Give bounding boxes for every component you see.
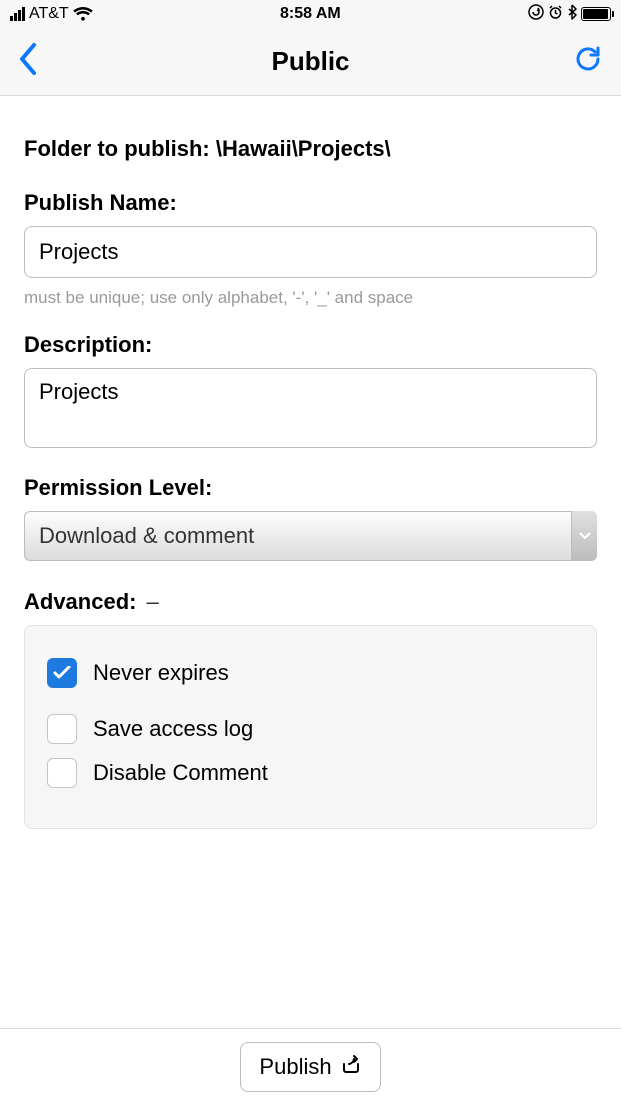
save-access-log-label: Save access log — [93, 716, 253, 742]
save-access-log-checkbox[interactable] — [47, 714, 77, 744]
advanced-toggle-icon: – — [146, 589, 158, 615]
battery-icon — [581, 7, 611, 21]
status-right — [528, 4, 611, 24]
signal-icon — [10, 7, 25, 21]
never-expires-row[interactable]: Never expires — [47, 658, 574, 688]
alarm-icon — [548, 5, 563, 24]
description-label: Description: — [24, 332, 597, 358]
refresh-button[interactable] — [555, 44, 603, 79]
never-expires-label: Never expires — [93, 660, 229, 686]
permission-level-label: Permission Level: — [24, 475, 597, 501]
disable-comment-checkbox[interactable] — [47, 758, 77, 788]
rotation-lock-icon — [528, 4, 544, 24]
bluetooth-icon — [567, 4, 577, 24]
disable-comment-label: Disable Comment — [93, 760, 268, 786]
page-title: Public — [66, 46, 555, 77]
share-icon — [340, 1053, 362, 1081]
disable-comment-row[interactable]: Disable Comment — [47, 758, 574, 788]
publish-name-input[interactable] — [24, 226, 597, 278]
nav-bar: Public — [0, 28, 621, 96]
advanced-panel: Never expires Save access log Disable Co… — [24, 625, 597, 829]
permission-level-select[interactable]: Download & comment — [24, 511, 597, 561]
carrier-label: AT&T — [29, 5, 69, 23]
folder-to-publish: Folder to publish: \Hawaii\Projects\ — [24, 136, 597, 162]
back-button[interactable] — [18, 42, 66, 81]
publish-button-label: Publish — [259, 1054, 331, 1080]
never-expires-checkbox[interactable] — [47, 658, 77, 688]
permission-level-value: Download & comment — [24, 511, 597, 561]
publish-name-label: Publish Name: — [24, 190, 597, 216]
advanced-label-text: Advanced: — [24, 589, 136, 615]
save-access-log-row[interactable]: Save access log — [47, 714, 574, 744]
folder-path: \Hawaii\Projects\ — [216, 136, 391, 161]
description-input[interactable] — [24, 368, 597, 448]
status-time: 8:58 AM — [280, 5, 341, 23]
advanced-label[interactable]: Advanced: – — [24, 589, 597, 615]
publish-button[interactable]: Publish — [240, 1042, 380, 1092]
refresh-icon — [573, 44, 603, 79]
wifi-icon — [73, 7, 93, 22]
content: Folder to publish: \Hawaii\Projects\ Pub… — [0, 96, 621, 853]
publish-name-hint: must be unique; use only alphabet, '-', … — [24, 288, 597, 308]
status-left: AT&T — [10, 5, 93, 23]
chevron-left-icon — [18, 42, 38, 81]
folder-label: Folder to publish: — [24, 136, 210, 161]
chevron-down-icon — [571, 511, 597, 561]
bottom-bar: Publish — [0, 1028, 621, 1104]
status-bar: AT&T 8:58 AM — [0, 0, 621, 28]
